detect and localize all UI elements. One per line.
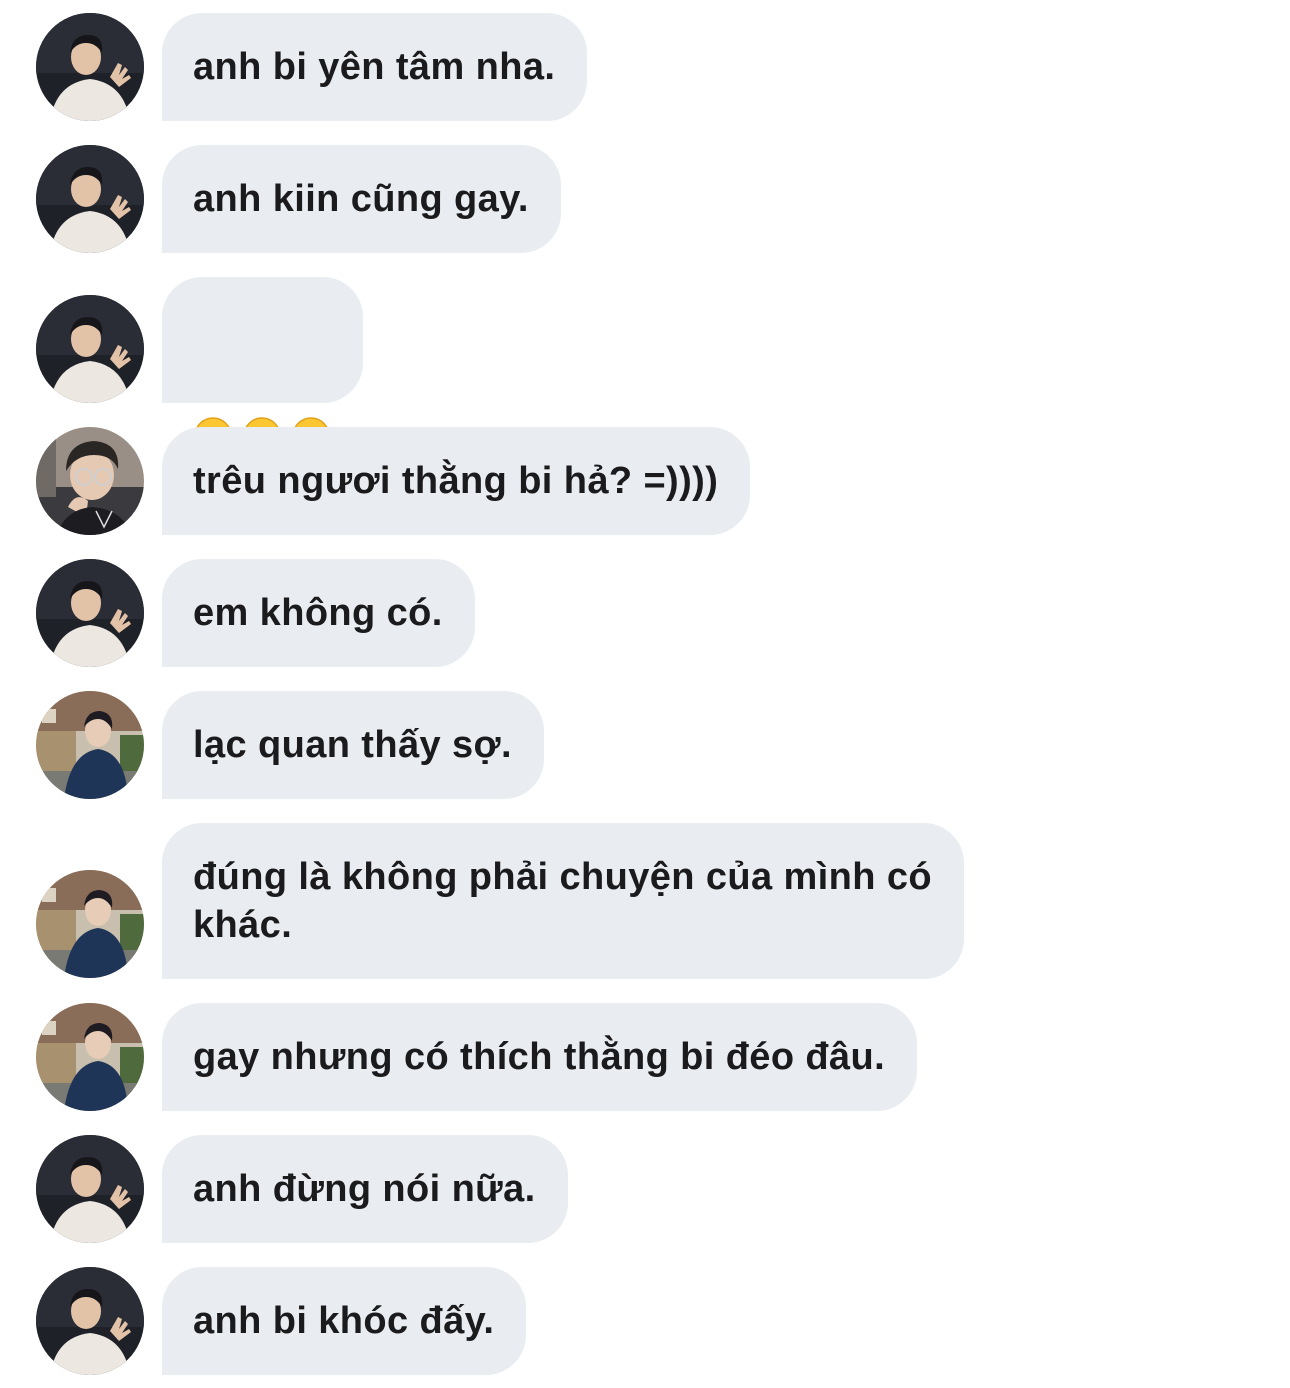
smiling-face-icon — [242, 320, 282, 455]
message-bubble[interactable]: gay nhưng có thích thằng bi đéo đâu. — [162, 1003, 918, 1111]
message-bubble[interactable] — [162, 277, 363, 455]
avatar-photo-dark — [36, 13, 144, 121]
message-bubble[interactable]: anh kiin cũng gay. — [162, 145, 561, 253]
message-text: đúng là không phải chuyện của mình có kh… — [193, 856, 932, 946]
message-text: anh bi khóc đấy. — [193, 1300, 495, 1342]
message-bubble[interactable]: đúng là không phải chuyện của mình có kh… — [162, 823, 964, 979]
avatar-photo-street — [36, 870, 144, 978]
avatar-photo-street — [36, 691, 144, 799]
message-bubble[interactable]: anh bi khóc đấy. — [162, 1267, 527, 1375]
avatar[interactable] — [36, 1003, 144, 1111]
message-bubble[interactable]: anh bi yên tâm nha. — [162, 13, 588, 121]
message-bubble[interactable]: trêu ngươi thằng bi hả? =)))) — [162, 427, 751, 535]
message-text: gay nhưng có thích thằng bi đéo đâu. — [193, 1036, 886, 1078]
message-text: anh đừng nói nữa. — [193, 1168, 536, 1210]
avatar-photo-dark — [36, 559, 144, 667]
smiling-face-icon — [193, 320, 233, 455]
avatar-photo-glasses — [36, 427, 144, 535]
avatar[interactable] — [36, 295, 144, 403]
message-text: trêu ngươi thằng bi hả? =)))) — [193, 460, 719, 502]
avatar[interactable] — [36, 13, 144, 121]
message-text: anh kiin cũng gay. — [193, 178, 529, 220]
avatar-photo-street — [36, 1003, 144, 1111]
avatar[interactable] — [36, 691, 144, 799]
avatar[interactable] — [36, 559, 144, 667]
chat-thread: anh bi yên tâm nha. anh kiin cũng gay. t… — [0, 0, 1290, 1388]
smiling-face-icon — [291, 320, 331, 455]
message-text: em không có. — [193, 592, 443, 634]
message-bubble[interactable]: anh đừng nói nữa. — [162, 1135, 568, 1243]
message-bubble[interactable]: lạc quan thấy sợ. — [162, 691, 544, 799]
avatar-photo-dark — [36, 1267, 144, 1375]
avatar[interactable] — [36, 1267, 144, 1375]
avatar-photo-dark — [36, 1135, 144, 1243]
avatar[interactable] — [36, 870, 144, 978]
avatar[interactable] — [36, 1135, 144, 1243]
avatar-photo-dark — [36, 145, 144, 253]
avatar-photo-dark — [36, 295, 144, 403]
avatar[interactable] — [36, 145, 144, 253]
message-bubble[interactable]: em không có. — [162, 559, 475, 667]
message-text: lạc quan thấy sợ. — [193, 724, 512, 766]
message-text: anh bi yên tâm nha. — [193, 46, 556, 88]
avatar[interactable] — [36, 427, 144, 535]
